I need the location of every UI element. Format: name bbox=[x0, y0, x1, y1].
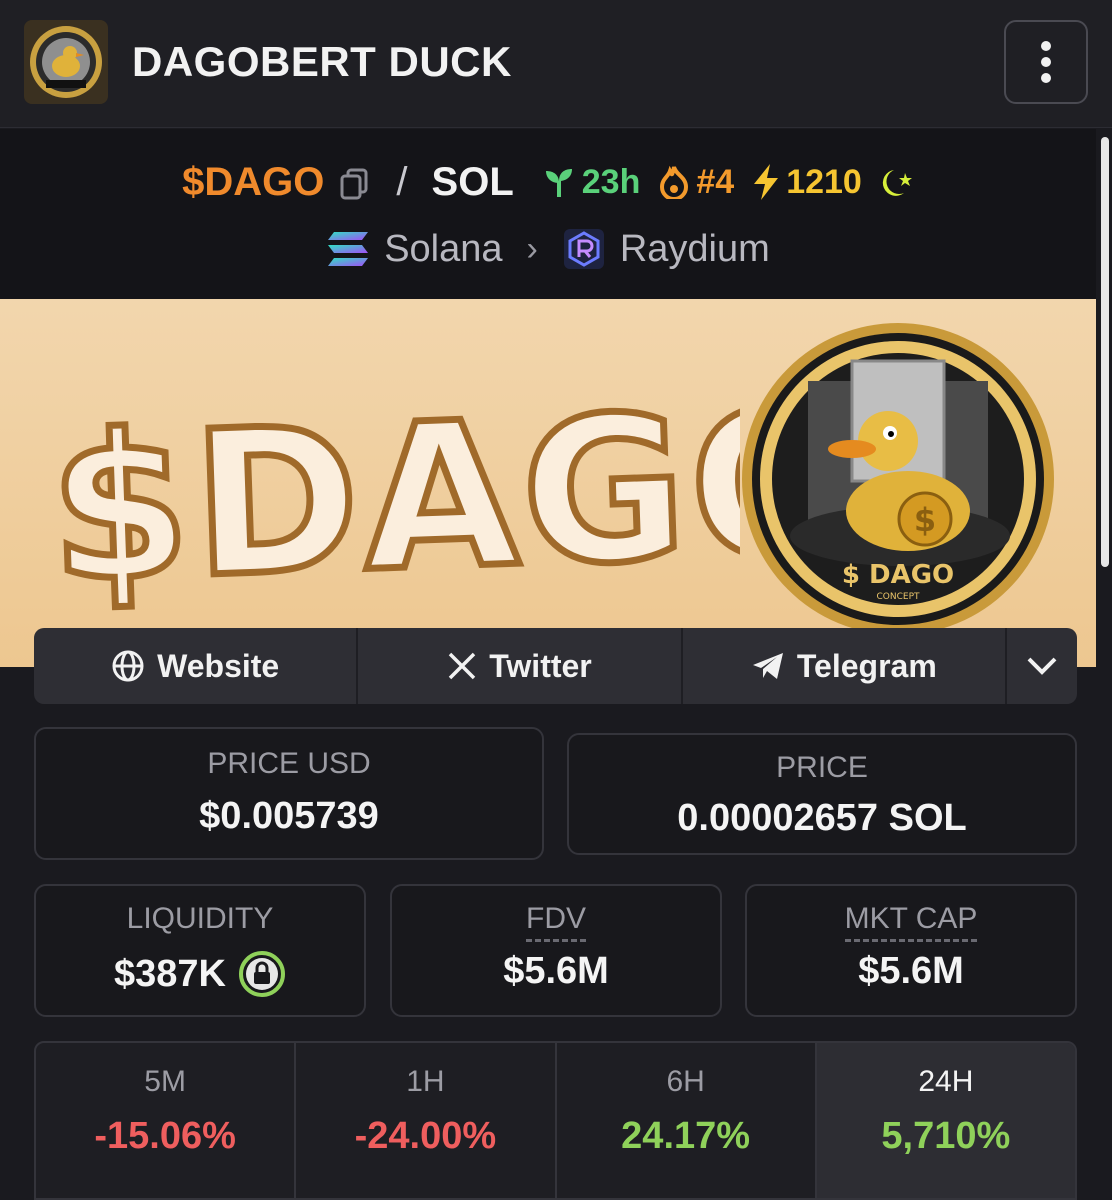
svg-text:$DAGO: $DAGO bbox=[46, 366, 740, 627]
sprout-icon bbox=[545, 169, 572, 197]
chain-dex-row: Solana › Raydium bbox=[0, 221, 1096, 277]
price-native-label: PRICE bbox=[776, 751, 868, 784]
lock-icon[interactable] bbox=[238, 950, 286, 998]
change-value: -15.06% bbox=[94, 1115, 236, 1157]
website-link-label: Website bbox=[157, 647, 280, 684]
change-tab-1h[interactable]: 1H -24.00% bbox=[296, 1043, 557, 1198]
change-value: -24.00% bbox=[354, 1115, 497, 1157]
twitter-link[interactable]: Twitter bbox=[358, 628, 683, 704]
pair-info: $DAGO / SOL 23h #4 1210 Solana › Raydium bbox=[0, 129, 1096, 299]
price-usd-box: PRICE USD $0.005739 bbox=[34, 727, 544, 860]
change-value: 24.17% bbox=[621, 1115, 751, 1157]
flame-icon bbox=[660, 165, 689, 199]
website-link[interactable]: Website bbox=[34, 628, 359, 704]
boosts-count: 1210 bbox=[786, 162, 862, 201]
moon-badge bbox=[880, 165, 914, 199]
scrollbar-thumb[interactable] bbox=[1101, 137, 1109, 567]
app-header: DAGOBERT DUCK bbox=[0, 0, 1112, 128]
price-native-value: 0.00002657 SOL bbox=[677, 797, 967, 839]
liquidity-value: $387K bbox=[114, 952, 226, 995]
liquidity-box: LIQUIDITY $387K bbox=[34, 884, 366, 1017]
social-links-bar: Website Twitter Telegram bbox=[34, 628, 1077, 704]
banner-headline-art: $DAGO bbox=[43, 363, 872, 631]
mkt-cap-value: $5.6M bbox=[858, 950, 964, 992]
dex-name[interactable]: Raydium bbox=[620, 228, 770, 271]
change-tab-6h[interactable]: 6H 24.17% bbox=[557, 1043, 817, 1198]
more-options-button[interactable] bbox=[1004, 20, 1088, 104]
solana-icon bbox=[328, 232, 369, 266]
dago-coin-image: $ $ DAGO CONCEPT bbox=[742, 323, 1054, 635]
pair-separator: / bbox=[396, 159, 408, 204]
globe-icon bbox=[112, 650, 144, 682]
telegram-link-label: Telegram bbox=[796, 647, 937, 684]
token-logo bbox=[24, 20, 108, 104]
copy-icon[interactable] bbox=[338, 165, 372, 200]
svg-text:$ DAGO: $ DAGO bbox=[842, 560, 954, 590]
fdv-box: FDV $5.6M bbox=[390, 884, 722, 1017]
liquidity-label: LIQUIDITY bbox=[126, 902, 274, 935]
fdv-label[interactable]: FDV bbox=[526, 902, 586, 942]
quote-symbol: SOL bbox=[431, 159, 514, 204]
more-vertical-icon bbox=[1041, 41, 1051, 51]
boosts-badge: 1210 bbox=[752, 163, 862, 202]
price-change-tabs: 5M -15.06% 1H -24.00% 6H 24.17% 24H 5,71… bbox=[34, 1041, 1077, 1200]
pair-title-row: $DAGO / SOL 23h #4 1210 bbox=[0, 153, 1096, 211]
trending-rank-badge: #4 bbox=[658, 163, 734, 202]
price-native-box: PRICE 0.00002657 SOL bbox=[567, 733, 1077, 855]
moon-star-icon bbox=[882, 170, 912, 196]
page-scrollbar[interactable] bbox=[1098, 129, 1112, 1200]
chevron-right-icon: › bbox=[526, 229, 538, 268]
change-value: 5,710% bbox=[881, 1115, 1011, 1157]
pair-age-badge: 23h bbox=[542, 162, 641, 202]
twitter-link-label: Twitter bbox=[489, 647, 592, 684]
change-tab-24h[interactable]: 24H 5,710% bbox=[816, 1043, 1075, 1198]
change-period: 5M bbox=[144, 1065, 186, 1098]
price-usd-label: PRICE USD bbox=[207, 747, 371, 780]
mkt-cap-box: MKT CAP $5.6M bbox=[745, 884, 1077, 1017]
fdv-value: $5.6M bbox=[503, 950, 609, 992]
change-tab-5m[interactable]: 5M -15.06% bbox=[36, 1043, 297, 1198]
mkt-cap-label[interactable]: MKT CAP bbox=[844, 902, 978, 942]
more-links-button[interactable] bbox=[1007, 628, 1077, 704]
change-period: 6H bbox=[666, 1065, 705, 1098]
telegram-link[interactable]: Telegram bbox=[683, 628, 1007, 704]
raydium-icon bbox=[563, 229, 604, 269]
price-usd-value: $0.005739 bbox=[199, 795, 379, 837]
token-name: DAGOBERT DUCK bbox=[132, 38, 512, 85]
chain-name[interactable]: Solana bbox=[384, 228, 502, 271]
svg-text:CONCEPT: CONCEPT bbox=[877, 592, 920, 602]
pair-age: 23h bbox=[581, 162, 641, 201]
change-period: 1H bbox=[406, 1065, 445, 1098]
token-banner: $DAGO $ $ DAGO CONCEPT bbox=[0, 299, 1096, 667]
lightning-icon bbox=[754, 164, 779, 200]
chevron-down-icon bbox=[1027, 657, 1057, 675]
change-period: 24H bbox=[918, 1065, 974, 1098]
base-symbol: $DAGO bbox=[182, 159, 325, 204]
svg-text:$: $ bbox=[914, 501, 936, 539]
trending-rank: #4 bbox=[696, 162, 735, 201]
x-logo-icon bbox=[448, 652, 476, 680]
telegram-icon bbox=[752, 653, 783, 679]
